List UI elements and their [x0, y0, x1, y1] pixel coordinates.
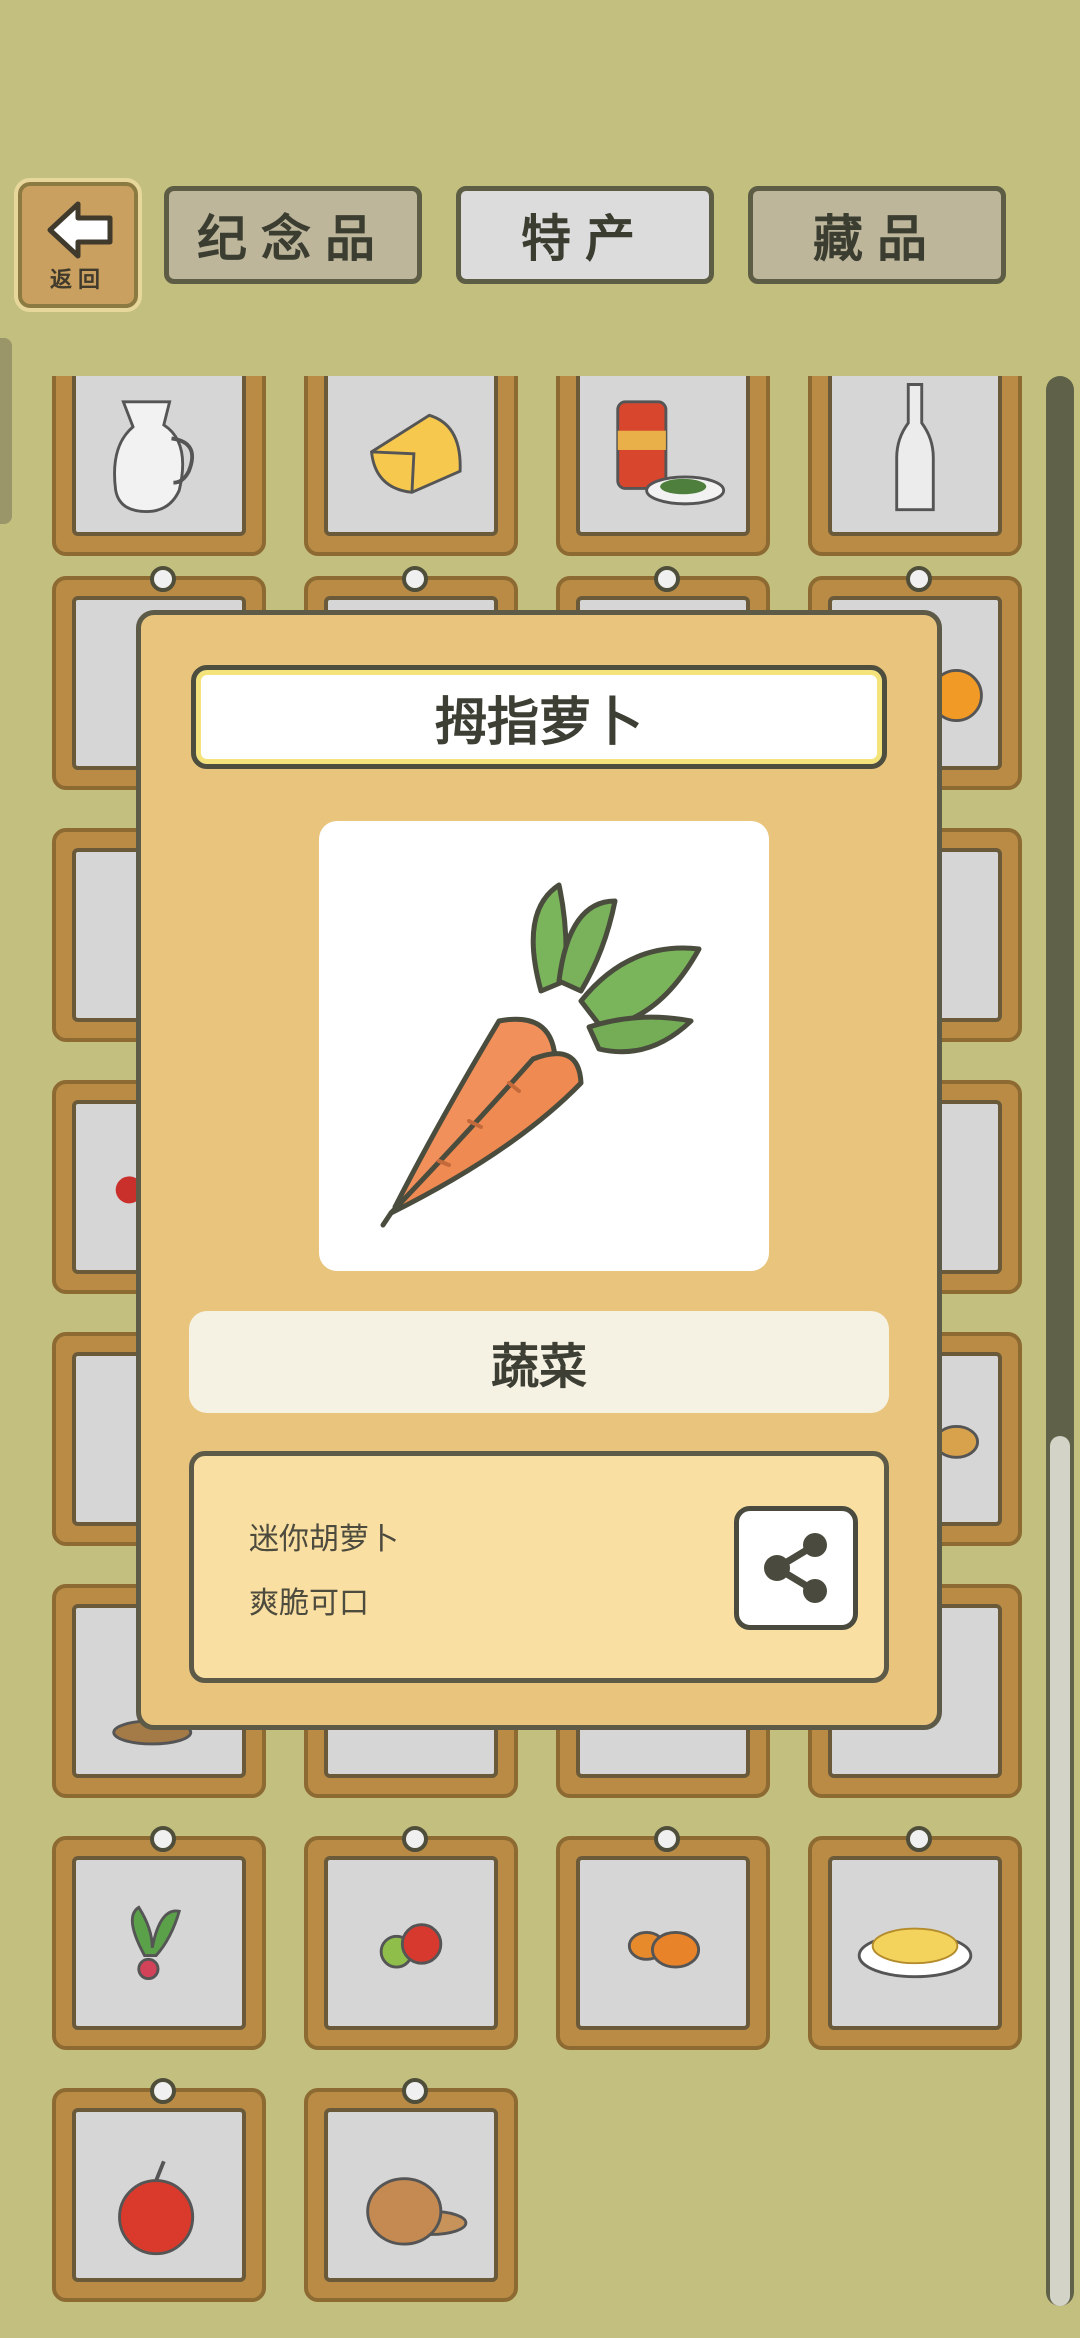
cheese-icon: [370, 413, 462, 494]
tab-collectibles[interactable]: 藏品: [748, 186, 1006, 284]
share-button[interactable]: [734, 1506, 858, 1630]
radish-icon: [130, 1905, 182, 1981]
item-card[interactable]: [52, 376, 266, 556]
scrollbar-thumb[interactable]: [1050, 1436, 1070, 2306]
tab-souvenirs[interactable]: 纪念品: [164, 186, 422, 284]
canned-tea-icon: [616, 400, 726, 506]
description-line: 迷你胡萝卜: [249, 1522, 399, 1557]
pancakes-icon: [366, 2177, 468, 2246]
item-card[interactable]: [52, 1826, 266, 2050]
item-card[interactable]: [304, 2078, 518, 2302]
item-card[interactable]: [556, 1826, 770, 2050]
item-card[interactable]: [304, 376, 518, 556]
tab-specialties[interactable]: 特产: [456, 186, 714, 284]
item-description: 迷你胡萝卜 爽脆可口: [189, 1451, 889, 1683]
noodle-dish-icon: [857, 1927, 973, 1979]
milk-jug-icon: [113, 400, 195, 514]
tomato-icon: [379, 1923, 443, 1969]
item-category: 蔬菜: [189, 1311, 889, 1413]
apple-icon: [118, 2160, 195, 2256]
item-card[interactable]: [52, 2078, 266, 2302]
description-line: 爽脆可口: [249, 1586, 369, 1621]
item-detail-modal: 拇指萝卜 蔬菜 迷你胡萝卜 爽脆可口: [136, 610, 942, 1730]
item-card[interactable]: [304, 1826, 518, 2050]
back-button[interactable]: 返回: [14, 178, 142, 312]
back-arrow-icon: [47, 201, 113, 259]
share-icon: [764, 1533, 827, 1603]
pumpkin-icon: [627, 1930, 701, 1969]
item-card[interactable]: [808, 376, 1022, 556]
item-card[interactable]: [808, 1826, 1022, 2050]
item-image: [319, 821, 769, 1271]
carrot-icon: [380, 882, 702, 1228]
glass-bottle-icon: [895, 383, 935, 512]
back-label: 返回: [49, 268, 106, 293]
item-title: 拇指萝卜: [191, 665, 887, 769]
item-card[interactable]: [556, 376, 770, 556]
